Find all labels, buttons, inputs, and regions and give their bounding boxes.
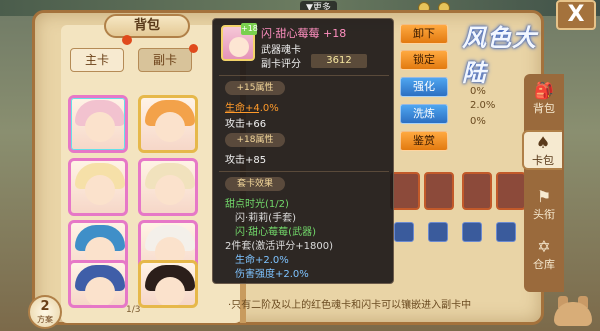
score-label: 副卡评分 [261,59,301,70]
divider [219,75,389,76]
section-header: 套卡效果 [225,177,285,191]
empty-slot[interactable] [394,222,414,242]
tab-sub-card[interactable]: 副卡 [138,48,192,72]
side-nav-title[interactable]: ⚑ 头衔 [524,186,564,226]
scheme-number: 2 [40,299,50,314]
notification-dot [189,44,198,53]
close-button[interactable]: X [556,0,596,30]
card-art-face [155,112,185,142]
stat-line: 攻击+85 [225,155,267,166]
footnote: ·只有二阶及以上的红色魂卡和闪卡可以镶嵌进入副卡中 [228,300,472,311]
empty-slot[interactable] [496,222,516,242]
equipped-slots [390,170,540,260]
score-value: 3612 [311,54,367,68]
bonus-line: 生命+2.0% [235,255,289,266]
cat-mascot [548,290,596,328]
set-bonus: 2件套(激活评分+1800) [225,241,333,252]
card-type: 武器魂卡 [261,45,301,56]
card-art-face [155,175,185,205]
inventory-card[interactable] [68,158,128,216]
inventory-card[interactable] [138,260,198,308]
spade-icon: ♠ [535,133,551,152]
empty-slot[interactable] [462,222,482,242]
page-indicator: 1/3 [126,305,141,315]
enhance-badge: +18 [241,23,258,35]
scheme-label: 方案 [37,315,53,324]
refine-button[interactable]: 洗炼 [400,104,448,124]
card-art-hair [75,100,125,126]
side-nav-cardpack[interactable]: ♠ 卡包 [522,130,562,170]
appraise-button[interactable]: 鉴赏 [400,131,448,151]
empty-slot[interactable] [428,222,448,242]
card-art-face [85,175,115,205]
scheme-button[interactable]: 2 方案 [28,295,62,329]
inventory-card[interactable] [68,260,128,308]
side-nav-label: 背包 [533,102,555,115]
underline [225,112,259,113]
card-art-face [85,277,115,305]
card-art-face [85,112,115,142]
flag-icon: ⚑ [536,187,552,206]
equipped-card-slot[interactable] [390,172,420,210]
stat-line: 攻击+66 [225,119,267,130]
equipped-card-slot[interactable] [424,172,454,210]
side-nav-label: 头衔 [533,208,555,221]
side-nav-bag[interactable]: 🎒 背包 [524,80,564,120]
set-name: 甜点时光(1/2) [225,199,289,210]
set-item: 闪·莉莉(手套) [235,213,296,224]
side-nav-label: 仓库 [533,258,555,271]
stat-value: 2.0% [470,100,496,111]
game-logo: 风色大陆 [462,24,537,87]
equipped-card-slot[interactable] [496,172,526,210]
set-item: 闪·甜心莓莓(武器) [235,227,316,238]
inventory-title: 背包 [104,14,190,38]
card-name: 闪·甜心莓莓 +18 [261,27,347,40]
equipped-card-slot[interactable] [462,172,492,210]
section-header: +15属性 [225,81,285,95]
stat-value: 0% [470,116,486,127]
card-art-face [155,277,185,305]
bonus-line: 伤害强度+2.0% [235,269,309,280]
enhance-button[interactable]: 强化 [400,77,448,97]
inventory-card[interactable] [138,95,198,153]
notification-dot [122,35,132,45]
bag-icon: 🎒 [534,81,554,100]
divider [219,171,389,172]
inventory-card[interactable] [68,95,128,153]
star-icon: ✡ [537,237,551,256]
unequip-button[interactable]: 卸下 [400,24,448,44]
tab-main-card[interactable]: 主卡 [70,48,124,72]
lock-button[interactable]: 锁定 [400,50,448,70]
inventory-card[interactable] [138,158,198,216]
section-header: +18属性 [225,133,285,147]
card-detail-popup: +18 闪·甜心莓莓 +18 武器魂卡 副卡评分 3612 +15属性 生命+4… [212,18,394,284]
side-nav-label: 卡包 [532,154,554,167]
side-nav-warehouse[interactable]: ✡ 仓库 [524,236,564,276]
